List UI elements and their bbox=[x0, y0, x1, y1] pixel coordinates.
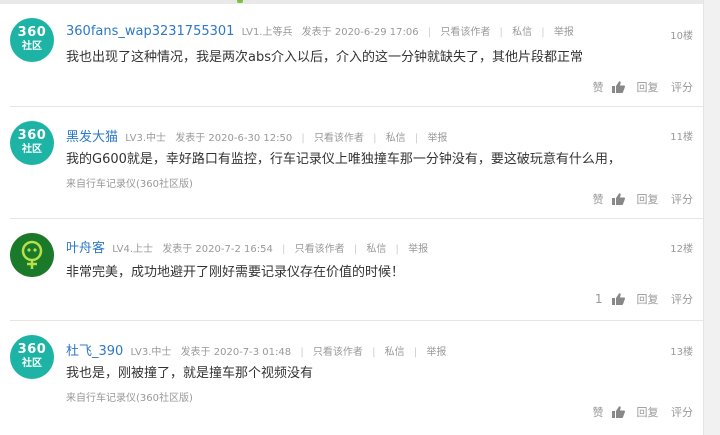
avatar[interactable]: 360 社区 bbox=[10, 18, 54, 62]
post-date: 发表于 2020-7-2 16:54 bbox=[162, 244, 273, 255]
message-link[interactable]: 私信 bbox=[512, 27, 532, 38]
like-count: 1 bbox=[594, 292, 603, 306]
like-label[interactable]: 赞 bbox=[593, 191, 604, 207]
username-link[interactable]: 杜飞_390 bbox=[66, 344, 123, 359]
reply-label[interactable]: 回复 bbox=[637, 191, 659, 207]
separator: | bbox=[427, 27, 432, 38]
user-level: LV4.上士 bbox=[112, 244, 154, 255]
report-link[interactable]: 举报 bbox=[426, 347, 446, 358]
separator: | bbox=[353, 244, 358, 255]
thumbs-up-icon[interactable] bbox=[612, 293, 625, 305]
post-content: 我也出现了这种情况，我是两次abs介入以后，介入的这一分钟就缺失了，其他片段都正… bbox=[66, 50, 583, 65]
user-level: LV3.中士 bbox=[125, 133, 167, 144]
post-content: 我的G600就是，幸好路口有监控，行车记录仪上唯独撞车那一分钟没有，要这破玩意有… bbox=[66, 152, 621, 167]
thumbs-up-icon[interactable] bbox=[612, 193, 625, 205]
avatar-text-top: 360 bbox=[17, 25, 47, 40]
post-source[interactable]: 来自行车记录仪(360社区版) bbox=[66, 389, 193, 404]
separator: | bbox=[499, 27, 503, 38]
report-link[interactable]: 举报 bbox=[408, 244, 428, 255]
post-date: 发表于 2020-7-3 01:48 bbox=[180, 347, 292, 358]
like-label[interactable]: 赞 bbox=[593, 404, 604, 420]
report-link[interactable]: 举报 bbox=[427, 133, 447, 144]
avatar[interactable] bbox=[10, 233, 54, 277]
rate-label[interactable]: 评分 bbox=[671, 291, 693, 307]
post-actions: 赞 回复 评分 bbox=[593, 404, 694, 420]
avatar[interactable]: 360 社区 bbox=[10, 121, 54, 165]
like-label[interactable]: 赞 bbox=[593, 79, 604, 95]
avatar-text-bottom: 社区 bbox=[22, 144, 42, 155]
post-meta: 杜飞_390 LV3.中士 发表于 2020-7-3 01:48 | 只看该作者… bbox=[66, 340, 446, 359]
separator: | bbox=[301, 133, 305, 144]
post-meta: 黑发大猫 LV3.中士 发表于 2020-6-30 12:50 | 只看该作者 … bbox=[66, 126, 447, 145]
post-meta: 360fans_wap3231755301 LV1.上等兵 发表于 2020-6… bbox=[66, 23, 574, 39]
reply-label[interactable]: 回复 bbox=[637, 79, 659, 95]
post-source[interactable]: 来自行车记录仪(360社区版) bbox=[66, 175, 193, 190]
avatar-text-top: 360 bbox=[17, 342, 47, 357]
user-level: LV3.中士 bbox=[130, 347, 172, 358]
only-author-link[interactable]: 只看该作者 bbox=[440, 27, 490, 38]
post-meta: 叶舟客 LV4.上士 发表于 2020-7-2 16:54 | 只看该作者 | … bbox=[66, 237, 428, 256]
rate-label[interactable]: 评分 bbox=[671, 79, 693, 95]
only-author-link[interactable]: 只看该作者 bbox=[314, 133, 364, 144]
post-date: 发表于 2020-6-29 17:06 bbox=[301, 27, 419, 38]
post-floor-10: 360 社区 360fans_wap3231755301 LV1.上等兵 发表于… bbox=[0, 0, 703, 106]
separator: | bbox=[414, 133, 419, 144]
reply-label[interactable]: 回复 bbox=[637, 404, 659, 420]
floor-number[interactable]: 10楼 bbox=[670, 27, 693, 42]
user-level: LV1.上等兵 bbox=[241, 27, 293, 38]
username-link[interactable]: 360fans_wap3231755301 bbox=[66, 24, 234, 39]
avatar-text-bottom: 社区 bbox=[22, 41, 42, 52]
floor-number[interactable]: 12楼 bbox=[670, 240, 693, 255]
scrollbar[interactable] bbox=[703, 0, 720, 435]
post-floor-12: 叶舟客 LV4.上士 发表于 2020-7-2 16:54 | 只看该作者 | … bbox=[0, 219, 703, 320]
report-link[interactable]: 举报 bbox=[554, 27, 574, 38]
separator: | bbox=[541, 27, 545, 38]
separator: | bbox=[300, 347, 304, 358]
separator: | bbox=[282, 244, 286, 255]
avatar-image bbox=[10, 233, 54, 277]
message-link[interactable]: 私信 bbox=[386, 133, 406, 144]
post-floor-13: 360 社区 杜飞_390 LV3.中士 发表于 2020-7-3 01:48 … bbox=[0, 321, 703, 435]
only-author-link[interactable]: 只看该作者 bbox=[295, 244, 345, 255]
avatar-text-top: 360 bbox=[17, 128, 47, 143]
floor-number[interactable]: 11楼 bbox=[670, 128, 693, 143]
only-author-link[interactable]: 只看该作者 bbox=[313, 347, 363, 358]
thumbs-up-icon[interactable] bbox=[612, 406, 625, 418]
post-content: 非常完美，成功地避开了刚好需要记录仪存在价值的时候！ bbox=[66, 265, 405, 280]
separator: | bbox=[413, 347, 418, 358]
floor-number[interactable]: 13楼 bbox=[670, 343, 693, 358]
username-link[interactable]: 黑发大猫 bbox=[66, 130, 118, 145]
reply-label[interactable]: 回复 bbox=[637, 291, 659, 307]
post-date: 发表于 2020-6-30 12:50 bbox=[175, 133, 293, 144]
avatar[interactable]: 360 社区 bbox=[10, 335, 54, 379]
post-actions: 1 回复 评分 bbox=[595, 291, 693, 307]
thumbs-up-icon[interactable] bbox=[612, 81, 625, 93]
rate-label[interactable]: 评分 bbox=[671, 404, 693, 420]
message-link[interactable]: 私信 bbox=[385, 347, 405, 358]
post-actions: 赞 回复 评分 bbox=[593, 79, 694, 95]
separator: | bbox=[373, 133, 377, 144]
avatar-text-bottom: 社区 bbox=[22, 358, 42, 369]
message-link[interactable]: 私信 bbox=[366, 244, 386, 255]
post-content: 我也是，刚被撞了，就是撞车那个视频没有 bbox=[66, 366, 314, 381]
rate-label[interactable]: 评分 bbox=[671, 191, 693, 207]
post-floor-11: 360 社区 黑发大猫 LV3.中士 发表于 2020-6-30 12:50 |… bbox=[0, 107, 703, 218]
separator: | bbox=[395, 244, 399, 255]
username-link[interactable]: 叶舟客 bbox=[66, 241, 105, 256]
post-actions: 赞 回复 评分 bbox=[593, 191, 694, 207]
separator: | bbox=[372, 347, 376, 358]
